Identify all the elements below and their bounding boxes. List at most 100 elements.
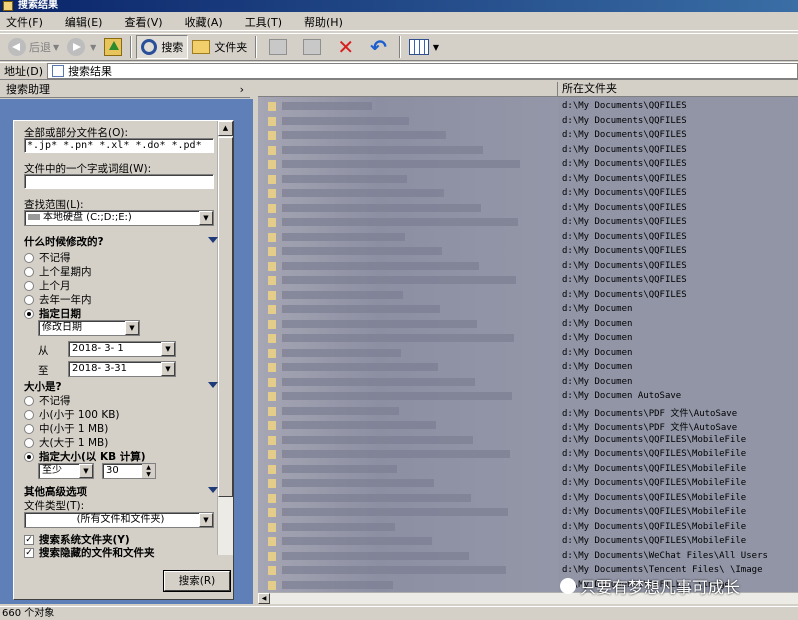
chevron-down-icon[interactable]: ▼ bbox=[125, 321, 139, 335]
result-name-redacted[interactable] bbox=[282, 174, 407, 183]
spin-arrows-icon[interactable]: ▲ ▼ bbox=[142, 464, 155, 478]
size-section[interactable]: 大小是? bbox=[24, 379, 218, 394]
menu-edit[interactable]: 编辑(E) bbox=[65, 14, 103, 30]
result-folder-path[interactable]: d:\My Documents\QQFILES\MobileFile bbox=[562, 536, 746, 546]
forward-button[interactable]: ▼ bbox=[63, 35, 100, 59]
result-name-redacted[interactable] bbox=[282, 247, 442, 255]
start-search-button[interactable]: 搜索(R) bbox=[163, 570, 231, 592]
delete-button[interactable]: ✕ bbox=[329, 35, 362, 59]
result-folder-path[interactable]: d:\My Documents\WeChat Files\All Users bbox=[562, 551, 768, 561]
forward-dropdown-icon[interactable]: ▼ bbox=[90, 43, 96, 52]
collapse-icon[interactable] bbox=[208, 237, 218, 243]
back-dropdown-icon[interactable]: ▼ bbox=[53, 43, 59, 52]
result-folder-path[interactable]: d:\My Documents\QQFILES\MobileFile bbox=[562, 435, 746, 445]
result-folder-path[interactable]: d:\My Documen AutoSave bbox=[562, 391, 681, 401]
result-name-redacted[interactable] bbox=[282, 464, 397, 473]
result-name-redacted[interactable] bbox=[282, 566, 506, 574]
close-pane-icon[interactable]: › bbox=[240, 82, 244, 98]
result-folder-path[interactable]: d:\My Documents\QQFILES\MobileFile bbox=[562, 478, 746, 488]
when-option[interactable]: 去年一年内 bbox=[24, 292, 92, 307]
when-section[interactable]: 什么时候修改的? bbox=[24, 234, 218, 249]
word-input[interactable] bbox=[24, 174, 214, 189]
when-option-selected[interactable]: 指定日期 bbox=[24, 306, 81, 321]
result-name-redacted[interactable] bbox=[282, 348, 401, 357]
views-button[interactable]: ▼ bbox=[405, 35, 443, 59]
result-folder-path[interactable]: d:\My Documents\QQFILES bbox=[562, 232, 687, 242]
result-folder-path[interactable]: d:\My Documents\QQFILES\MobileFile bbox=[562, 493, 746, 503]
collapse-icon[interactable] bbox=[208, 382, 218, 388]
result-folder-path[interactable]: d:\My Documen bbox=[562, 319, 632, 329]
result-name-redacted[interactable] bbox=[282, 551, 469, 560]
result-folder-path[interactable]: d:\My Documents\QQFILES\MobileFile bbox=[562, 507, 746, 517]
chevron-down-icon[interactable]: ▼ bbox=[79, 464, 93, 478]
result-name-redacted[interactable] bbox=[282, 493, 471, 502]
size-option[interactable]: 中(小于 1 MB) bbox=[24, 421, 108, 436]
assistant-scrollbar[interactable]: ▲ bbox=[217, 121, 233, 555]
copy-to-button[interactable] bbox=[295, 35, 329, 59]
search-button[interactable]: 搜索 bbox=[136, 35, 189, 59]
result-name-redacted[interactable] bbox=[282, 189, 444, 197]
chevron-down-icon[interactable]: ▼ bbox=[199, 513, 213, 527]
advanced-section[interactable]: 其他高级选项 bbox=[24, 484, 218, 499]
result-name-redacted[interactable] bbox=[282, 450, 510, 458]
menu-help[interactable]: 帮助(H) bbox=[304, 14, 343, 30]
result-folder-path[interactable]: d:\My Documen bbox=[562, 362, 632, 372]
result-name-redacted[interactable] bbox=[282, 392, 512, 400]
result-name-redacted[interactable] bbox=[282, 102, 372, 110]
result-folder-path[interactable]: d:\My Documents\QQFILES bbox=[562, 116, 687, 126]
result-name-redacted[interactable] bbox=[282, 160, 520, 168]
result-name-redacted[interactable] bbox=[282, 537, 432, 545]
menu-file[interactable]: 文件(F) bbox=[6, 14, 43, 30]
when-option[interactable]: 上个月 bbox=[24, 278, 71, 293]
chevron-down-icon[interactable]: ▼ bbox=[161, 362, 175, 376]
result-folder-path[interactable]: d:\My Documents\QQFILES\MobileFile bbox=[562, 522, 746, 532]
when-option[interactable]: 不记得 bbox=[24, 250, 71, 265]
result-name-redacted[interactable] bbox=[282, 377, 475, 386]
result-folder-path[interactable]: d:\My Documents\QQFILES bbox=[562, 203, 687, 213]
address-field[interactable]: 搜索结果 bbox=[47, 63, 798, 79]
move-to-button[interactable] bbox=[261, 35, 295, 59]
type-select[interactable]: (所有文件和文件夹) ▼ bbox=[24, 512, 214, 528]
column-header-name[interactable] bbox=[258, 82, 558, 97]
chevron-down-icon[interactable]: ▼ bbox=[199, 211, 213, 225]
from-date[interactable]: 2018- 3- 1 ▼ bbox=[68, 341, 176, 357]
result-folder-path[interactable]: d:\My Documen bbox=[562, 348, 632, 358]
when-option[interactable]: 上个星期内 bbox=[24, 264, 92, 279]
result-name-redacted[interactable] bbox=[282, 421, 436, 429]
result-name-redacted[interactable] bbox=[282, 116, 409, 125]
result-name-redacted[interactable] bbox=[282, 131, 446, 139]
menu-favorites[interactable]: 收藏(A) bbox=[185, 14, 223, 30]
size-option[interactable]: 小(小于 100 KB) bbox=[24, 407, 120, 422]
result-name-redacted[interactable] bbox=[282, 406, 399, 415]
up-folder-button[interactable] bbox=[100, 35, 126, 59]
to-date[interactable]: 2018- 3-31 ▼ bbox=[68, 361, 176, 377]
result-name-redacted[interactable] bbox=[282, 203, 481, 212]
result-name-redacted[interactable] bbox=[282, 232, 405, 241]
result-name-redacted[interactable] bbox=[282, 276, 516, 284]
result-name-redacted[interactable] bbox=[282, 334, 514, 342]
result-folder-path[interactable]: d:\My Documents\PDF 文件\AutoSave bbox=[562, 420, 737, 433]
result-name-redacted[interactable] bbox=[282, 145, 483, 154]
size-compare-select[interactable]: 至少 ▼ bbox=[38, 463, 94, 479]
result-folder-path[interactable]: d:\My Documents\QQFILES bbox=[562, 246, 687, 256]
scroll-left-icon[interactable]: ◀ bbox=[258, 593, 270, 604]
result-folder-path[interactable]: d:\My Documents\PDF 文件\AutoSave bbox=[562, 406, 737, 419]
result-name-redacted[interactable] bbox=[282, 580, 393, 589]
size-option[interactable]: 大(大于 1 MB) bbox=[24, 435, 108, 450]
date-type-select[interactable]: 修改日期 ▼ bbox=[38, 320, 140, 336]
size-option-selected[interactable]: 指定大小(以 KB 计算) bbox=[24, 449, 146, 464]
result-folder-path[interactable]: d:\My Documen bbox=[562, 333, 632, 343]
result-name-redacted[interactable] bbox=[282, 435, 473, 444]
result-folder-path[interactable]: d:\My Documents\QQFILES bbox=[562, 101, 687, 111]
result-name-redacted[interactable] bbox=[282, 363, 438, 371]
search-hidden-checkbox[interactable]: ✓ 搜索隐藏的文件和文件夹 bbox=[24, 545, 155, 560]
result-name-redacted[interactable] bbox=[282, 290, 403, 299]
scroll-up-icon[interactable]: ▲ bbox=[218, 121, 233, 136]
result-folder-path[interactable]: d:\My Documen bbox=[562, 304, 632, 314]
result-folder-path[interactable]: d:\My Documents\QQFILES\MobileFile bbox=[562, 449, 746, 459]
result-folder-path[interactable]: d:\My Documents\QQFILES bbox=[562, 217, 687, 227]
back-button[interactable]: 后退 ▼ bbox=[4, 35, 63, 59]
result-folder-path[interactable]: d:\My Documents\QQFILES bbox=[562, 174, 687, 184]
scroll-thumb[interactable] bbox=[218, 137, 233, 497]
result-name-redacted[interactable] bbox=[282, 522, 395, 531]
